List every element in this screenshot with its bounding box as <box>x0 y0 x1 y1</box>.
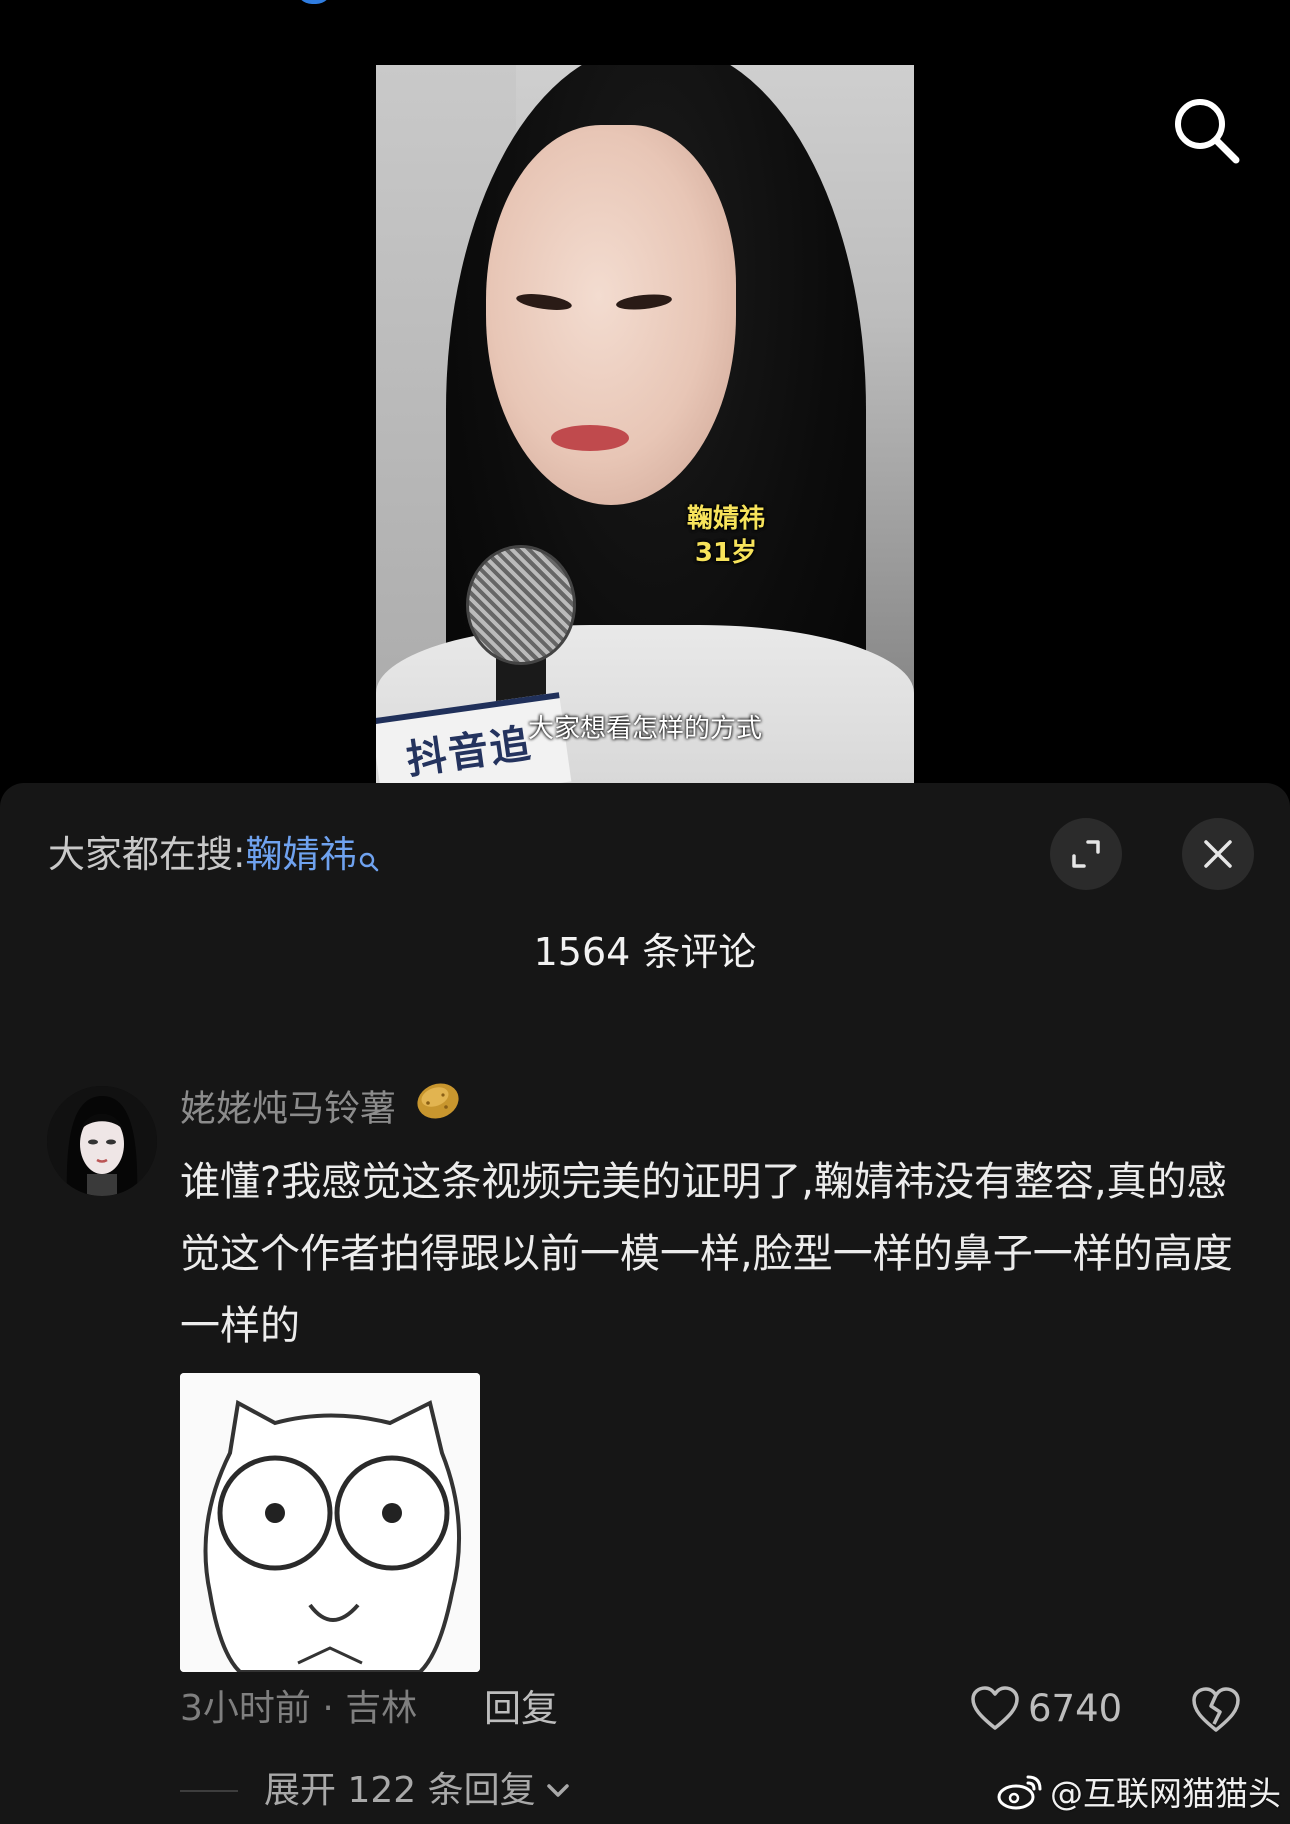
microphone-icon <box>466 545 576 665</box>
video-age: 31岁 <box>694 538 758 568</box>
trending-keyword[interactable]: 鞠婧祎 <box>245 833 356 876</box>
video-subtitle: 大家想看怎样的方式 <box>527 714 762 744</box>
weibo-logo-icon <box>997 1775 1042 1810</box>
trending-prefix: 大家都在搜: <box>48 833 246 876</box>
video-name: 鞠婧祎 <box>686 504 765 534</box>
username-text: 姥姥炖马铃薯 <box>180 1088 397 1130</box>
watermark: @互联网猫猫头 <box>996 1766 1281 1816</box>
expand-replies[interactable]: 展开 122 条回复 <box>180 1765 572 1817</box>
expand-divider <box>180 1790 238 1792</box>
close-button[interactable] <box>1182 818 1254 890</box>
comment-username[interactable]: 姥姥炖马铃薯 <box>180 1083 463 1133</box>
chevron-down-icon <box>546 1784 569 1797</box>
video-name-tag: 鞠婧祎 31岁 <box>666 502 786 570</box>
expand-icon <box>1072 840 1100 868</box>
comment-time-location: 3小时前 · 吉林 <box>180 1688 418 1729</box>
reply-button[interactable]: 回复 <box>484 1683 558 1735</box>
search-icon <box>1175 99 1240 164</box>
avatar[interactable] <box>47 1086 157 1196</box>
small-search-icon <box>358 836 380 886</box>
owl-sticker-icon <box>180 1373 480 1672</box>
broken-heart-icon <box>1192 1687 1240 1732</box>
comment-text: 谁懂?我感觉这条视频完美的证明了,鞠婧祎没有整容,真的感觉这个作者拍得跟以前一模… <box>180 1159 1233 1349</box>
potato-emoji-icon <box>413 1079 463 1136</box>
heart-icon <box>971 1686 1019 1730</box>
video-player[interactable]: 抖音追剧团 鞠婧祎 31岁 大家想看怎样的方式 <box>376 65 914 783</box>
close-icon <box>1204 840 1232 868</box>
video-lips <box>551 425 629 451</box>
like-button[interactable]: 6740 <box>970 1683 1122 1735</box>
dislike-button[interactable] <box>1190 1686 1242 1734</box>
status-indicator <box>296 0 332 4</box>
comments-count-title: 1564 条评论 <box>533 930 757 974</box>
expand-button[interactable] <box>1050 818 1122 890</box>
watermark-text: @互联网猫猫头 <box>1050 1774 1281 1813</box>
expand-replies-label: 展开 122 条回复 <box>264 1770 536 1811</box>
search-button[interactable] <box>1168 92 1244 168</box>
comment-sticker-image[interactable] <box>180 1373 480 1672</box>
trending-search[interactable]: 大家都在搜:鞠婧祎 <box>48 830 380 880</box>
avatar-image <box>47 1086 157 1196</box>
screen: 抖音追剧团 鞠婧祎 31岁 大家想看怎样的方式 大家都在搜:鞠婧祎 1564 条… <box>0 0 1290 1824</box>
like-count: 6740 <box>1028 1687 1123 1730</box>
